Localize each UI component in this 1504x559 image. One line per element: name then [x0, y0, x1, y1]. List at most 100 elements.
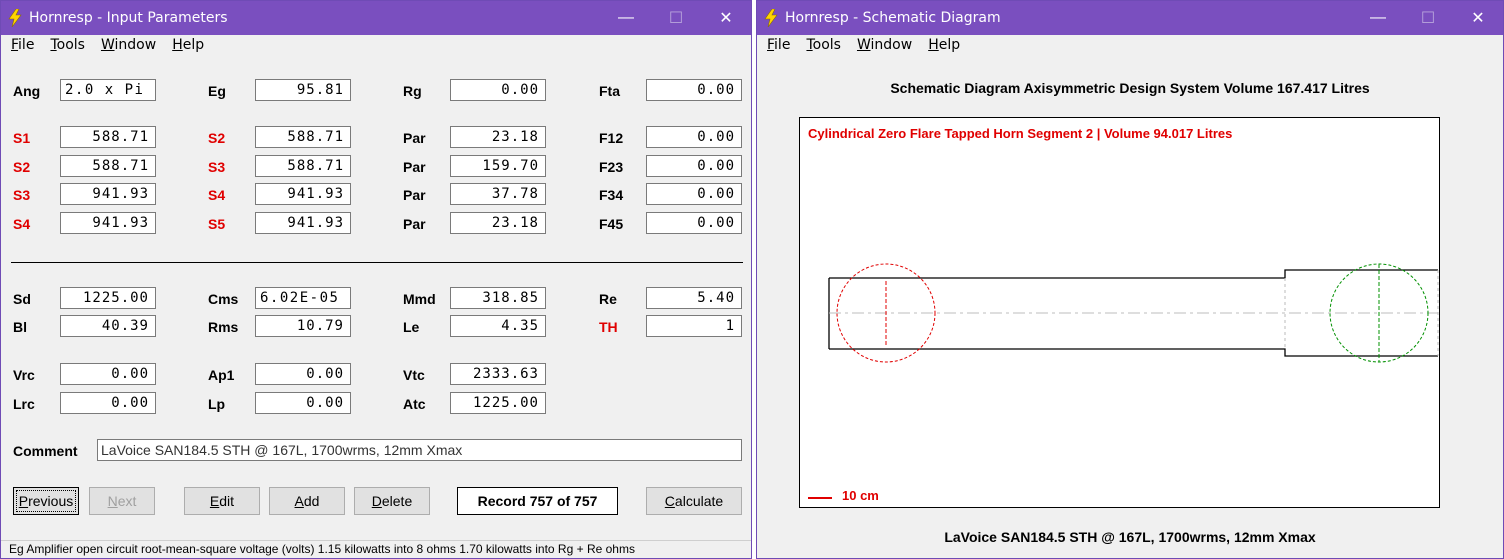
lp-field[interactable]: 0.00 [255, 392, 351, 414]
vrc-label: Vrc [13, 367, 35, 383]
menu-window[interactable]: Window [101, 37, 156, 53]
cms-field[interactable]: 6.02E-05 [255, 287, 351, 309]
par-field[interactable]: 23.18 [450, 212, 546, 234]
th-field[interactable]: 1 [646, 315, 742, 337]
maximize-button[interactable]: ☐ [1403, 1, 1453, 35]
menu-tools[interactable]: Tools [50, 37, 85, 53]
close-button[interactable]: ✕ [701, 1, 751, 35]
window-title: Hornresp - Schematic Diagram [785, 10, 1001, 26]
mmd-label: Mmd [403, 291, 436, 307]
s4-field[interactable]: 941.93 [255, 183, 351, 205]
f12-label: F12 [599, 130, 624, 146]
s4-label: S4 [13, 216, 31, 232]
par-label: Par [403, 159, 426, 175]
re-label: Re [599, 291, 617, 307]
s4-field[interactable]: 941.93 [60, 212, 156, 234]
previous-button[interactable]: Previous [13, 487, 79, 515]
par-field[interactable]: 37.78 [450, 183, 546, 205]
re-field[interactable]: 5.40 [646, 287, 742, 309]
s5-label: S5 [208, 216, 226, 232]
ang-field[interactable]: 2.0 x Pi [60, 79, 156, 101]
s4-label: S4 [208, 187, 226, 203]
eg-label: Eg [208, 83, 226, 99]
s5-field[interactable]: 941.93 [255, 212, 351, 234]
record-indicator: Record 757 of 757 [457, 487, 618, 515]
rg-label: Rg [403, 83, 422, 99]
schematic-footer: LaVoice SAN184.5 STH @ 167L, 1700wrms, 1… [944, 529, 1316, 545]
menu-file[interactable]: File [11, 37, 34, 53]
f45-label: F45 [599, 216, 624, 232]
le-label: Le [403, 319, 420, 335]
f34-field[interactable]: 0.00 [646, 183, 742, 205]
sd-label: Sd [13, 291, 31, 307]
s1-field[interactable]: 588.71 [60, 126, 156, 148]
atc-field[interactable]: 1225.00 [450, 392, 546, 414]
s3-label: S3 [208, 159, 226, 175]
le-field[interactable]: 4.35 [450, 315, 546, 337]
lrc-label: Lrc [13, 396, 35, 412]
s3-field[interactable]: 941.93 [60, 183, 156, 205]
ang-label: Ang [13, 83, 41, 99]
vtc-label: Vtc [403, 367, 425, 383]
s2-field[interactable]: 588.71 [255, 126, 351, 148]
rg-field[interactable]: 0.00 [450, 79, 546, 101]
s3-label: S3 [13, 187, 31, 203]
add-button[interactable]: Add [269, 487, 345, 515]
s2-label: S2 [13, 159, 31, 175]
f12-field[interactable]: 0.00 [646, 126, 742, 148]
menu-window[interactable]: Window [857, 37, 912, 53]
f34-label: F34 [599, 187, 624, 203]
input-titlebar[interactable]: Hornresp - Input Parameters — ☐ ✕ [1, 1, 751, 35]
fta-field[interactable]: 0.00 [646, 79, 742, 101]
par-label: Par [403, 130, 426, 146]
eg-field[interactable]: 95.81 [255, 79, 351, 101]
f45-field[interactable]: 0.00 [646, 212, 742, 234]
lrc-field[interactable]: 0.00 [60, 392, 156, 414]
s2-field[interactable]: 588.71 [60, 155, 156, 177]
par-field[interactable]: 23.18 [450, 126, 546, 148]
separator-line [11, 262, 743, 263]
delete-button[interactable]: Delete [354, 487, 430, 515]
schematic-header: Schematic Diagram Axisymmetric Design Sy… [890, 80, 1370, 96]
s3-field[interactable]: 588.71 [255, 155, 351, 177]
comment-field[interactable]: LaVoice SAN184.5 STH @ 167L, 1700wrms, 1… [97, 439, 742, 461]
maximize-button[interactable]: ☐ [651, 1, 701, 35]
schematic-diagram-window: Hornresp - Schematic Diagram — ☐ ✕ File … [756, 0, 1504, 559]
minimize-button[interactable]: — [1353, 1, 1403, 35]
th-label: TH [599, 319, 618, 335]
cms-label: Cms [208, 291, 239, 307]
par-label: Par [403, 187, 426, 203]
rms-label: Rms [208, 319, 239, 335]
ap1-field[interactable]: 0.00 [255, 363, 351, 385]
fta-label: Fta [599, 83, 620, 99]
menu-help[interactable]: Help [928, 37, 960, 53]
vtc-field[interactable]: 2333.63 [450, 363, 546, 385]
menu-file[interactable]: File [767, 37, 790, 53]
bl-field[interactable]: 40.39 [60, 315, 156, 337]
s2-label: S2 [208, 130, 226, 146]
sd-field[interactable]: 1225.00 [60, 287, 156, 309]
menu-help[interactable]: Help [172, 37, 204, 53]
rms-field[interactable]: 10.79 [255, 315, 351, 337]
mmd-field[interactable]: 318.85 [450, 287, 546, 309]
f23-field[interactable]: 0.00 [646, 155, 742, 177]
input-parameters-window: Hornresp - Input Parameters — ☐ ✕ File T… [0, 0, 752, 559]
schematic-titlebar[interactable]: Hornresp - Schematic Diagram — ☐ ✕ [757, 1, 1503, 35]
schematic-canvas: Cylindrical Zero Flare Tapped Horn Segme… [799, 117, 1440, 508]
par-field[interactable]: 159.70 [450, 155, 546, 177]
next-button[interactable]: Next [89, 487, 155, 515]
ap1-label: Ap1 [208, 367, 235, 383]
close-button[interactable]: ✕ [1453, 1, 1503, 35]
scale-bar [808, 497, 832, 499]
calculate-button[interactable]: Calculate [646, 487, 742, 515]
minimize-button[interactable]: — [601, 1, 651, 35]
lightning-icon [1, 9, 29, 27]
lp-label: Lp [208, 396, 226, 412]
menu-bar: File Tools Window Help [757, 35, 1503, 55]
scale-label: 10 cm [842, 488, 879, 503]
vrc-field[interactable]: 0.00 [60, 363, 156, 385]
menu-tools[interactable]: Tools [806, 37, 841, 53]
edit-button[interactable]: Edit [184, 487, 260, 515]
window-title: Hornresp - Input Parameters [29, 10, 228, 26]
horn-drawing [828, 263, 1439, 363]
